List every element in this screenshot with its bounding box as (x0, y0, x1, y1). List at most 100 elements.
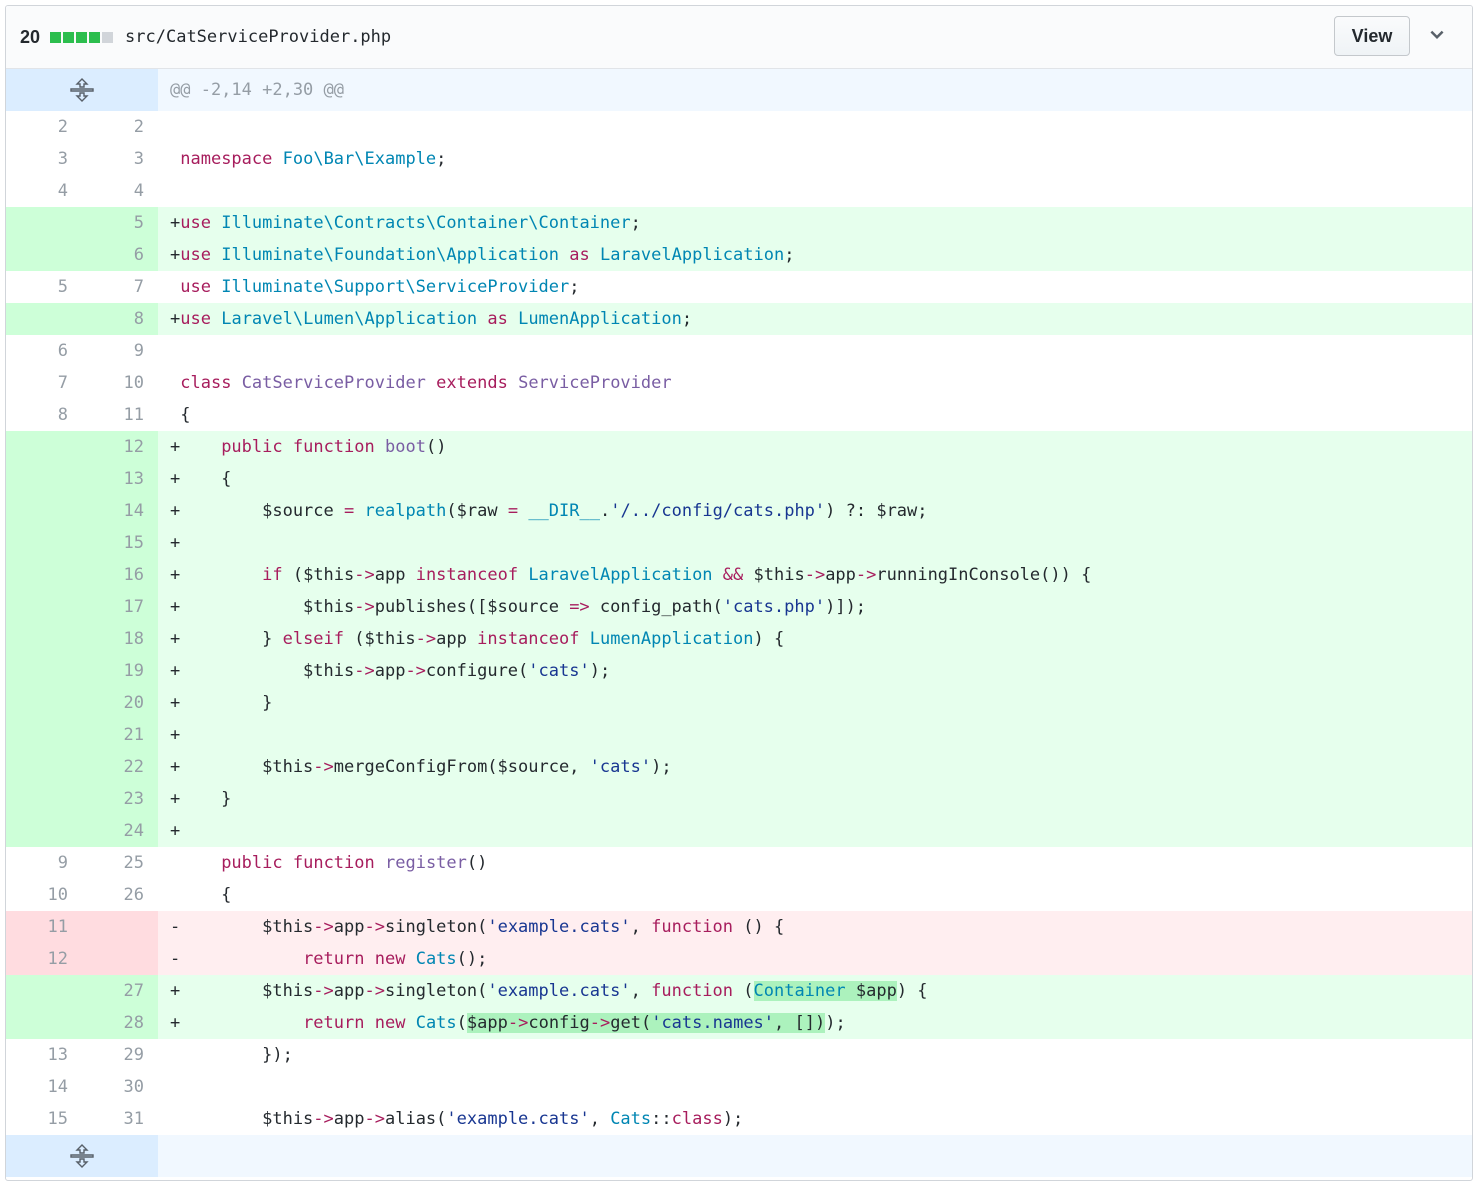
diff-line-add: 12 + public function boot() (6, 431, 1472, 463)
new-line-number[interactable]: 30 (82, 1071, 158, 1103)
old-line-number[interactable]: 2 (6, 111, 82, 143)
old-line-number[interactable] (6, 207, 82, 239)
old-line-number[interactable]: 13 (6, 1039, 82, 1071)
new-line-number[interactable]: 16 (82, 559, 158, 591)
code-line: + public function boot() (170, 437, 447, 457)
old-line-number[interactable]: 4 (6, 175, 82, 207)
diff-line-add: 21 + (6, 719, 1472, 751)
old-line-number[interactable]: 12 (6, 943, 82, 975)
new-line-number[interactable]: 17 (82, 591, 158, 623)
old-line-number[interactable] (6, 431, 82, 463)
new-line-number[interactable]: 5 (82, 207, 158, 239)
diff-line-add: 28 + return new Cats($app->config->get('c… (6, 1007, 1472, 1039)
old-line-number[interactable]: 7 (6, 367, 82, 399)
view-file-button[interactable]: View (1334, 16, 1410, 56)
old-line-number[interactable] (6, 751, 82, 783)
new-line-number[interactable] (82, 943, 158, 975)
new-line-number[interactable]: 28 (82, 1007, 158, 1039)
diff-line-add: 27 + $this->app->singleton('example.cats'… (6, 975, 1472, 1007)
old-line-number[interactable] (6, 495, 82, 527)
new-line-number[interactable]: 20 (82, 687, 158, 719)
diff-line-del: 12 - return new Cats(); (6, 943, 1472, 975)
file-path[interactable]: src/CatServiceProvider.php (125, 27, 391, 47)
old-line-number[interactable] (6, 303, 82, 335)
new-line-number[interactable]: 3 (82, 143, 158, 175)
old-line-number[interactable]: 10 (6, 879, 82, 911)
new-line-number[interactable]: 31 (82, 1103, 158, 1135)
diff-line-ctx: 69 (6, 335, 1472, 367)
code-line: { (170, 885, 232, 905)
diff-line-add: 6 +use Illuminate\Foundation\Application … (6, 239, 1472, 271)
diffstat (50, 31, 114, 43)
code-line: - return new Cats(); (170, 949, 488, 969)
diff-line-add: 16 + if ($this->app instanceof LaravelApp… (6, 559, 1472, 591)
new-line-number[interactable]: 9 (82, 335, 158, 367)
old-line-number[interactable]: 11 (6, 911, 82, 943)
diff-line-ctx: 9 25 public function register() (6, 847, 1472, 879)
diff-line-add: 19 + $this->app->configure('cats'); (6, 655, 1472, 687)
new-line-number[interactable]: 4 (82, 175, 158, 207)
diff-line-add: 24 + (6, 815, 1472, 847)
new-line-number[interactable]: 22 (82, 751, 158, 783)
old-line-number[interactable] (6, 527, 82, 559)
new-line-number[interactable]: 2 (82, 111, 158, 143)
new-line-number[interactable]: 27 (82, 975, 158, 1007)
old-line-number[interactable] (6, 623, 82, 655)
new-line-number[interactable]: 23 (82, 783, 158, 815)
code-line: + } (170, 789, 232, 809)
new-line-number[interactable]: 25 (82, 847, 158, 879)
old-line-number[interactable] (6, 815, 82, 847)
old-line-number[interactable]: 15 (6, 1103, 82, 1135)
chevron-down-icon[interactable] (1428, 26, 1446, 44)
new-line-number[interactable]: 10 (82, 367, 158, 399)
old-line-number[interactable] (6, 239, 82, 271)
old-line-number[interactable] (6, 783, 82, 815)
old-line-number[interactable]: 8 (6, 399, 82, 431)
diff-line-add: 17 + $this->publishes([$source => config_… (6, 591, 1472, 623)
new-line-number[interactable]: 8 (82, 303, 158, 335)
old-line-number[interactable]: 3 (6, 143, 82, 175)
expand-up-button[interactable] (6, 69, 158, 111)
new-line-number[interactable]: 18 (82, 623, 158, 655)
old-line-number[interactable] (6, 591, 82, 623)
old-line-number[interactable]: 9 (6, 847, 82, 879)
old-line-number[interactable]: 6 (6, 335, 82, 367)
code-line: $this->app->alias('example.cats', Cats::… (170, 1109, 744, 1129)
old-line-number[interactable] (6, 463, 82, 495)
old-line-number[interactable]: 5 (6, 271, 82, 303)
code-line: + } elseif ($this->app instanceof LumenA… (170, 629, 785, 649)
diff-line-add: 23 + } (6, 783, 1472, 815)
diff-line-ctx: 13 29 }); (6, 1039, 1472, 1071)
old-line-number[interactable]: 14 (6, 1071, 82, 1103)
diff-line-del: 11 - $this->app->singleton('example.cats'… (6, 911, 1472, 943)
old-line-number[interactable] (6, 687, 82, 719)
hunk-footer (6, 1135, 1472, 1177)
new-line-number[interactable]: 13 (82, 463, 158, 495)
new-line-number[interactable]: 21 (82, 719, 158, 751)
new-line-number[interactable]: 24 (82, 815, 158, 847)
new-line-number[interactable]: 11 (82, 399, 158, 431)
old-line-number[interactable] (6, 1007, 82, 1039)
new-line-number[interactable]: 7 (82, 271, 158, 303)
new-line-number[interactable] (82, 911, 158, 943)
code-line: namespace Foo\Bar\Example; (180, 149, 447, 169)
old-line-number[interactable] (6, 719, 82, 751)
diff-line-add: 5 +use Illuminate\Contracts\Container\Con… (6, 207, 1472, 239)
old-line-number[interactable] (6, 559, 82, 591)
old-line-number[interactable] (6, 655, 82, 687)
new-line-number[interactable]: 14 (82, 495, 158, 527)
old-line-number[interactable] (6, 975, 82, 1007)
diffstat-block (102, 31, 114, 43)
new-line-number[interactable]: 19 (82, 655, 158, 687)
expand-down-button[interactable] (6, 1135, 158, 1177)
new-line-number[interactable]: 6 (82, 239, 158, 271)
diff-lines: 22 33 namespace Foo\Bar\Example; 4 4 5 +use… (6, 111, 1472, 1135)
code-line: + (170, 821, 181, 841)
new-line-number[interactable]: 26 (82, 879, 158, 911)
new-line-number[interactable]: 15 (82, 527, 158, 559)
new-line-number[interactable]: 29 (82, 1039, 158, 1071)
diff-line-add: 22 + $this->mergeConfigFrom($source, 'cat… (6, 751, 1472, 783)
new-line-number[interactable]: 12 (82, 431, 158, 463)
